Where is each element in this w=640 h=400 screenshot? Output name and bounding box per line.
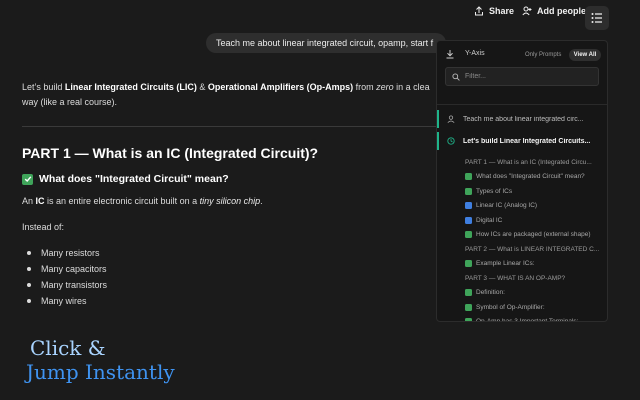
outline-item[interactable]: PART 3 — WHAT IS AN OP-AMP? <box>465 271 605 286</box>
thread-item-user[interactable]: Teach me about linear integrated circ... <box>437 108 607 130</box>
assistant-icon <box>447 137 455 145</box>
thread-item-assistant[interactable]: Let's build Linear Integrated Circuits..… <box>437 130 607 152</box>
outline-list: PART 1 — What is an IC (Integrated Circu… <box>465 155 605 322</box>
checkmark-icon <box>465 289 472 297</box>
checkmark-icon <box>465 260 472 268</box>
checkmark-icon <box>465 318 472 321</box>
outline-item[interactable]: Types of ICs <box>465 184 605 199</box>
intro-italic-zero: zero <box>376 82 394 92</box>
panel-header: Y-Axis Only Prompts View All <box>437 41 607 67</box>
checkmark-icon <box>465 231 472 239</box>
outline-menu-button[interactable] <box>585 6 609 30</box>
outline-item-label: PART 2 — What is LINEAR INTEGRATED C... <box>465 245 600 253</box>
download-icon[interactable] <box>445 49 455 59</box>
intro-text: Let’s build <box>22 82 65 92</box>
text: . <box>260 196 263 206</box>
promo-line-2: Jump Instantly <box>26 360 175 384</box>
text: An <box>22 196 36 206</box>
outline-item[interactable]: PART 2 — What is LINEAR INTEGRATED C... <box>465 242 605 257</box>
add-people-label: Add people <box>537 6 586 16</box>
list-item: Many wires <box>22 296 107 312</box>
thread-indicator <box>437 132 439 150</box>
divider <box>437 104 607 105</box>
top-bar: Share Add people <box>0 0 640 30</box>
share-button[interactable]: Share <box>474 4 514 18</box>
divider <box>22 126 436 127</box>
outline-item-label: How ICs are packaged (external shape) <box>476 231 591 239</box>
outline-item[interactable]: What does "Integrated Circuit" mean? <box>465 170 605 185</box>
component-list: Many resistors Many capacitors Many tran… <box>22 248 107 312</box>
filter-input[interactable] <box>465 73 585 80</box>
list-icon <box>591 13 602 23</box>
text-bold-ic: IC <box>35 196 45 206</box>
intro-text: in a clea <box>393 82 430 92</box>
checkmark-icon <box>465 187 472 195</box>
intro-line-2: way (like a real course). <box>22 97 118 107</box>
search-icon <box>452 72 460 81</box>
outline-item-label: PART 1 — What is an IC (Integrated Circu… <box>465 158 592 166</box>
ic-definition: An IC is an entire electronic circuit bu… <box>22 196 263 206</box>
instead-of-text: Instead of: <box>22 222 65 232</box>
text-italic: tiny silicon chip <box>199 196 261 206</box>
promo-line-1: Click & <box>30 336 106 360</box>
sub-heading-text: What does "Integrated Circuit" mean? <box>39 173 229 185</box>
add-people-button[interactable]: Add people <box>522 4 586 18</box>
y-axis-panel: Y-Axis Only Prompts View All Teach me ab… <box>436 40 608 322</box>
list-item: Many capacitors <box>22 264 107 280</box>
part1-heading: PART 1 — What is an IC (Integrated Circu… <box>22 145 319 161</box>
only-prompts-toggle[interactable]: Only Prompts <box>525 52 561 58</box>
promo-banner: Click & Jump Instantly <box>0 322 640 400</box>
outline-item[interactable]: PART 1 — What is an IC (Integrated Circu… <box>465 155 605 170</box>
outline-item-label: What does "Integrated Circuit" mean? <box>476 173 585 181</box>
checkmark-icon <box>465 303 472 311</box>
outline-item-label: Example Linear ICs: <box>476 260 535 268</box>
list-item: Many resistors <box>22 248 107 264</box>
outline-item[interactable]: How ICs are packaged (external shape) <box>465 228 605 243</box>
outline-item-label: Linear IC (Analog IC) <box>476 202 538 210</box>
number-badge-icon <box>465 202 472 210</box>
outline-item-label: Definition: <box>476 289 505 297</box>
intro-paragraph: Let’s build Linear Integrated Circuits (… <box>22 80 442 110</box>
sub-heading: What does "Integrated Circuit" mean? <box>22 173 229 185</box>
number-badge-icon <box>465 216 472 224</box>
outline-item-label: PART 3 — WHAT IS AN OP-AMP? <box>465 274 566 282</box>
user-icon <box>447 115 455 123</box>
intro-bold-lic: Linear Integrated Circuits (LIC) <box>64 82 197 92</box>
filter-field[interactable] <box>445 67 599 86</box>
outline-item-label: Symbol of Op-Amplifier: <box>476 303 545 311</box>
share-icon <box>475 6 483 16</box>
outline-item[interactable]: Definition: <box>465 286 605 301</box>
outline-item[interactable]: Op-Amp has 3 Important Terminals: <box>465 315 605 322</box>
add-person-icon <box>522 6 532 16</box>
intro-text: from <box>353 82 377 92</box>
text: is an entire electronic circuit built on… <box>44 196 200 206</box>
outline-item[interactable]: Symbol of Op-Amplifier: <box>465 300 605 315</box>
user-prompt-bubble: Teach me about linear integrated circuit… <box>206 33 446 53</box>
panel-title: Y-Axis <box>465 50 485 57</box>
outline-item-label: Op-Amp has 3 Important Terminals: <box>476 318 579 322</box>
outline-item[interactable]: Example Linear ICs: <box>465 257 605 272</box>
list-item: Many transistors <box>22 280 107 296</box>
view-all-button[interactable]: View All <box>569 49 601 61</box>
thread-item-label: Let's build Linear Integrated Circuits..… <box>463 137 591 145</box>
outline-item-label: Digital IC <box>476 216 503 224</box>
checkmark-icon <box>22 173 33 185</box>
share-label: Share <box>489 6 515 16</box>
thread-indicator <box>437 110 439 128</box>
outline-item[interactable]: Digital IC <box>465 213 605 228</box>
outline-item[interactable]: Linear IC (Analog IC) <box>465 199 605 214</box>
outline-item-label: Types of ICs <box>476 187 513 195</box>
intro-bold-opamp: Operational Amplifiers (Op-Amps) <box>207 82 354 92</box>
checkmark-icon <box>465 173 472 181</box>
thread-item-label: Teach me about linear integrated circ... <box>463 115 584 123</box>
intro-text: & <box>196 82 208 92</box>
